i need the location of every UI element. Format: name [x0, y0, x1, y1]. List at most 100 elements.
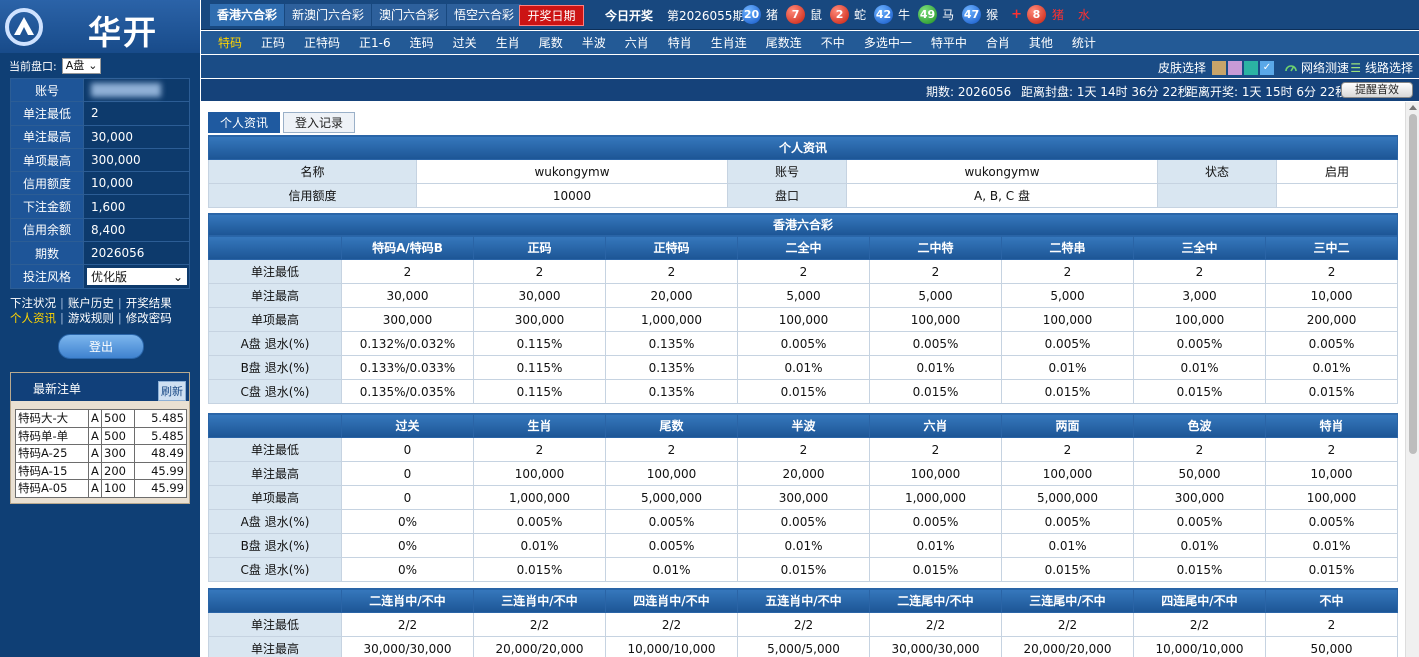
column-header: 二中特	[869, 235, 1002, 260]
nav-item[interactable]: 生肖	[496, 34, 520, 51]
column-header: 二连尾中/不中	[869, 588, 1002, 613]
table-row: 信用额度 10000 盘口 A, B, C 盘	[208, 183, 1399, 208]
bet-panel: A	[88, 461, 102, 480]
check-icon[interactable]: ✓	[1260, 60, 1274, 75]
table-cell: 300,000	[1133, 485, 1266, 510]
link-account-history[interactable]: 账户历史	[68, 296, 114, 310]
row-label: 单注最低	[208, 259, 342, 284]
tab-new-macau-lottery[interactable]: 新澳门六合彩	[285, 4, 372, 26]
table-cell: 0.005%	[1265, 509, 1398, 534]
table-cell: 300,000	[473, 307, 606, 332]
table-cell: 5,000,000	[605, 485, 738, 510]
table-cell: 5,000	[1001, 283, 1134, 308]
nav-item[interactable]: 统计	[1072, 34, 1096, 51]
nav-item[interactable]: 正码	[261, 34, 285, 51]
skin-swatch[interactable]	[1212, 60, 1226, 75]
account-label: 单注最低	[10, 101, 84, 126]
link-bet-status[interactable]: 下注状况	[10, 296, 56, 310]
logout-button[interactable]: 登出	[58, 334, 144, 359]
table-cell: 0.015%	[737, 557, 870, 582]
tab-wukong-lottery[interactable]: 悟空六合彩	[447, 4, 522, 26]
account-value: 2026056	[83, 241, 190, 266]
table-cell: 0.005%	[605, 533, 738, 558]
nav-item[interactable]: 过关	[453, 34, 477, 51]
link-draw-results[interactable]: 开奖结果	[126, 296, 172, 310]
table-cell: 0	[341, 461, 474, 486]
nav-item[interactable]: 尾数	[539, 34, 563, 51]
line-select-button[interactable]: ☰ 线路选择	[1350, 59, 1413, 76]
scroll-up-icon[interactable]	[1409, 105, 1417, 110]
link-personal-info[interactable]: 个人资讯	[10, 311, 56, 325]
nav-item[interactable]: 不中	[821, 34, 845, 51]
network-test-button[interactable]: 网络测速	[1284, 59, 1349, 76]
table-cell: 0.115%	[473, 355, 606, 380]
table-cell: 0.015%	[737, 379, 870, 404]
account-value	[83, 77, 190, 103]
row-label: B盘 退水(%)	[208, 533, 342, 558]
zodiac-label: 猴	[986, 8, 999, 22]
table-cell: 0.005%	[737, 509, 870, 534]
tab-macau-lottery[interactable]: 澳门六合彩	[372, 4, 447, 26]
table-cell: 0.005%	[1133, 331, 1266, 356]
panel-value: A, B, C 盘	[846, 183, 1158, 208]
table-cell: 1,000,000	[473, 485, 606, 510]
limits-table-2: 过关 生肖 尾数 半波 六肖 两面 色波 特肖 单注最低 0 2 2 2 2 2 2 2 单注最高 0 100,000…	[208, 413, 1398, 582]
table-cell: 0%	[341, 557, 474, 582]
tab-hk-lottery[interactable]: 香港六合彩	[210, 4, 285, 26]
bet-style-select[interactable]: 优化版 ⌄	[87, 268, 187, 286]
bet-item: 特码A-15	[15, 461, 89, 480]
link-change-password[interactable]: 修改密码	[126, 311, 172, 325]
panel-select[interactable]: A盘 ⌄	[61, 58, 102, 74]
nav-item[interactable]: 生肖连	[711, 34, 747, 51]
table-cell: 0.01%	[1265, 533, 1398, 558]
nav-item[interactable]: 特码	[218, 34, 242, 51]
table-cell: 50,000	[1133, 461, 1266, 486]
nav-item[interactable]: 半波	[582, 34, 606, 51]
zodiac-label: 马	[942, 8, 955, 22]
row-label: 单注最低	[208, 437, 342, 462]
sound-alert-button[interactable]: 提醒音效	[1341, 82, 1413, 98]
table-cell: 100,000	[473, 461, 606, 486]
skin-swatch[interactable]	[1228, 60, 1242, 75]
nav-item[interactable]: 六肖	[625, 34, 649, 51]
table-cell: 0.005%	[1133, 509, 1266, 534]
nav-item[interactable]: 特平中	[931, 34, 967, 51]
nav-item[interactable]: 尾数连	[766, 34, 802, 51]
nav-item[interactable]: 多选中一	[864, 34, 912, 51]
skin-swatch[interactable]	[1244, 60, 1258, 75]
table-cell: 0.135%	[605, 379, 738, 404]
draw-date-button[interactable]: 开奖日期	[519, 5, 584, 26]
table-cell: 0.01%	[1001, 355, 1134, 380]
account-label: 单项最高	[10, 147, 84, 173]
table-row: 单注最低 2/2 2/2 2/2 2/2 2/2 2/2 2/2 2	[208, 612, 1398, 637]
plus-icon: +	[1011, 7, 1022, 22]
nav-item[interactable]: 合肖	[986, 34, 1010, 51]
line-select-label: 线路选择	[1364, 61, 1413, 75]
table-cell: 0.015%	[473, 557, 606, 582]
column-header: 二连肖中/不中	[341, 588, 474, 613]
table-cell: 0%	[341, 509, 474, 534]
nav-item[interactable]: 特肖	[668, 34, 692, 51]
table-cell: 2	[1001, 437, 1134, 462]
scroll-thumb[interactable]	[1409, 114, 1417, 454]
nav-item[interactable]: 正1-6	[359, 34, 391, 51]
scrollbar[interactable]	[1405, 102, 1419, 657]
table-cell: 0.01%	[1133, 533, 1266, 558]
nav-item[interactable]: 其他	[1029, 34, 1053, 51]
current-period: 期数: 2026056	[926, 85, 1012, 99]
account-value: 30,000	[83, 124, 190, 149]
column-header: 半波	[737, 413, 870, 438]
table-cell: 0.115%	[473, 379, 606, 404]
table-cell: 2	[1133, 437, 1266, 462]
nav-item[interactable]: 正特码	[304, 34, 340, 51]
tab-login-history[interactable]: 登入记录	[283, 112, 356, 133]
refresh-button[interactable]: 刷新	[158, 381, 186, 401]
account-row: 期数 2026056	[10, 241, 190, 266]
column-header: 三中二	[1264, 235, 1399, 260]
tab-personal-info[interactable]: 个人资讯	[208, 112, 281, 133]
logo: 华开	[0, 0, 200, 53]
bet-amount: 100	[101, 479, 135, 498]
link-game-rules[interactable]: 游戏规则	[68, 311, 114, 325]
table-cell: 0.005%	[1001, 509, 1134, 534]
nav-item[interactable]: 连码	[410, 34, 434, 51]
